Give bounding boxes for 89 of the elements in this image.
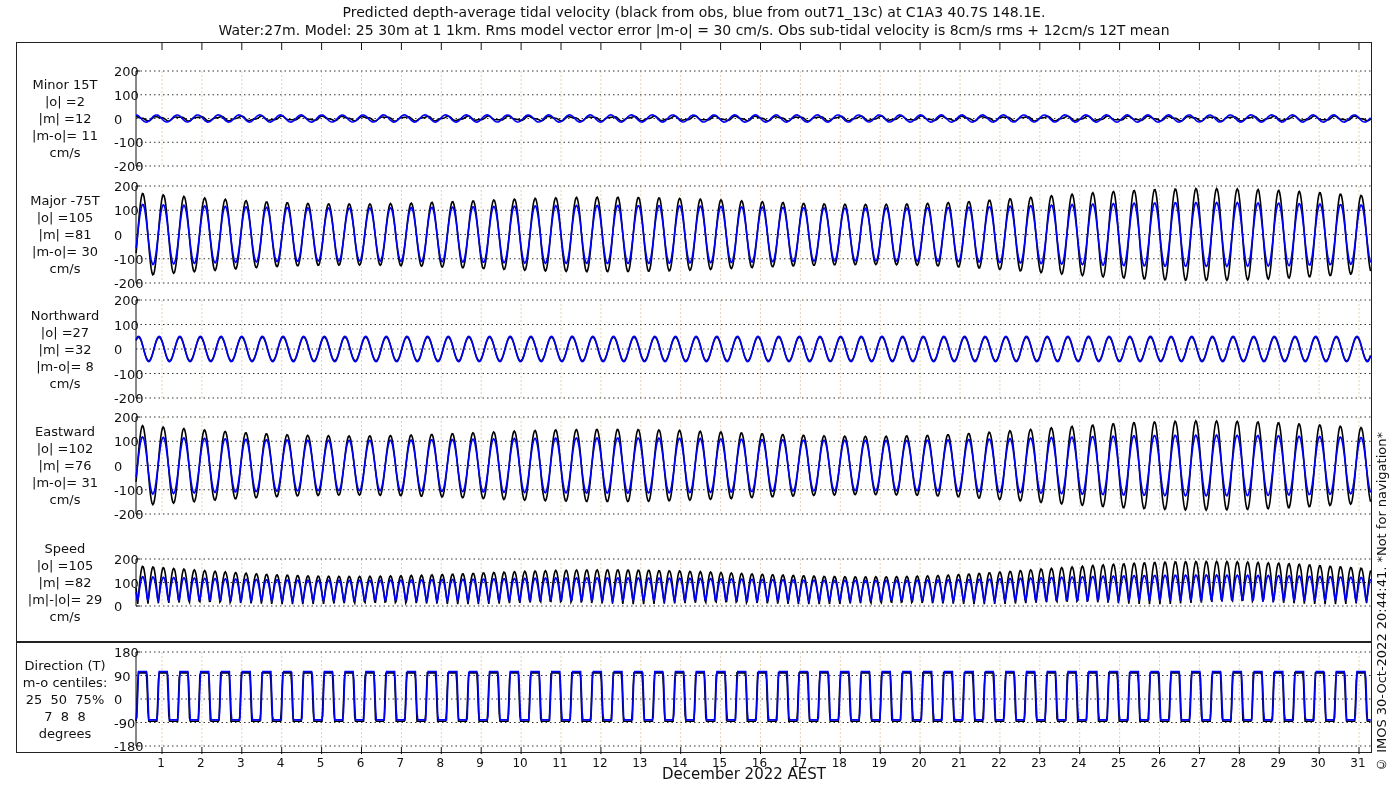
panel-label: |m-o|= 31 [32, 474, 98, 491]
panel-label: degrees [38, 724, 92, 742]
y-tick-label: 100 [114, 575, 139, 591]
y-tick-label: 200 [114, 410, 139, 425]
panel-label: |m-o|= 11 [32, 127, 98, 144]
x-tick-label: 22 [991, 756, 1007, 770]
panel-label: |m| =82 [38, 574, 92, 591]
y-tick-label: 0 [114, 111, 123, 127]
y-tick-label: 0 [114, 599, 123, 614]
y-tick-label: -200 [114, 391, 144, 406]
copyright-note: © IMOS 30-Oct-2022 20:44:41. *Not for navigation* [1373, 432, 1390, 772]
panel-label: |m| =12 [38, 110, 92, 127]
panel-label: Major -75T [30, 192, 100, 209]
panel-label: cm/s [49, 260, 81, 277]
x-tick-label: 18 [831, 756, 847, 770]
x-tick-label: 23 [1031, 756, 1047, 770]
x-tick-label: 14 [672, 756, 688, 770]
y-tick-label: -200 [114, 276, 144, 291]
x-tick-label: 6 [356, 756, 365, 770]
y-tick-label: 100 [114, 317, 139, 333]
chart-title: Predicted depth-average tidal velocity (black from obs, blue from out71_13c) at C1A3 40.7S 148.1E. [342, 3, 1046, 21]
y-tick-label: 180 [114, 645, 139, 660]
panel-label: m-o centiles: [22, 673, 108, 691]
panel-label: 25 50 75% [25, 690, 105, 708]
panel-label: cm/s [49, 491, 81, 508]
y-tick-label: 0 [114, 227, 123, 243]
x-tick-label: 11 [552, 756, 568, 770]
panel-label: Direction (T) [24, 656, 106, 674]
y-tick-label: -200 [114, 159, 144, 174]
y-tick-label: -100 [114, 251, 144, 267]
panel-label: Speed [44, 540, 86, 557]
panel-label: cm/s [49, 608, 81, 625]
y-tick-label: -200 [114, 507, 144, 522]
x-tick-label: 3 [237, 756, 245, 770]
x-tick-label: 31 [1350, 756, 1366, 770]
x-tick-label: 9 [476, 756, 484, 770]
panel-label: |m| =76 [38, 457, 92, 474]
x-tick-label: 25 [1110, 756, 1127, 770]
panel-label: |o| =2 [45, 93, 85, 110]
y-tick-label: 0 [114, 692, 123, 707]
y-tick-label: 0 [114, 458, 123, 474]
y-tick-label: -180 [114, 739, 144, 754]
panel-label: cm/s [49, 374, 81, 392]
x-tick-label: 10 [512, 756, 528, 770]
y-tick-label: 90 [114, 668, 131, 684]
panel-label: Northward [30, 306, 100, 324]
panel-label: Eastward [35, 423, 95, 440]
x-tick-label: 12 [592, 756, 608, 770]
x-tick-label: 13 [632, 756, 648, 770]
panel-label: |o| =105 [36, 209, 94, 226]
x-tick-label: 4 [276, 756, 285, 770]
y-tick-label: 200 [114, 293, 139, 308]
x-tick-label: 26 [1150, 756, 1167, 770]
panel-label: |m| =81 [38, 226, 92, 243]
x-tick-label: 30 [1310, 756, 1326, 770]
y-tick-label: -100 [114, 135, 144, 151]
x-tick-label: 24 [1071, 756, 1087, 770]
x-tick-label: 19 [871, 756, 887, 770]
y-tick-label: -100 [114, 482, 144, 498]
x-tick-label: 21 [951, 756, 967, 770]
y-tick-label: 0 [114, 342, 123, 357]
y-tick-label: 200 [114, 64, 139, 79]
panel-label: |o| =27 [40, 323, 90, 341]
panel-label: |o| =102 [36, 440, 94, 457]
panel-label: |o| =105 [36, 557, 94, 574]
panel-label: 7 8 8 [44, 707, 86, 725]
x-tick-label: 5 [316, 756, 325, 770]
y-tick-label: 100 [114, 203, 139, 219]
y-tick-label: 200 [114, 179, 139, 194]
x-tick-label: 1 [157, 756, 165, 770]
x-tick-label: 2 [197, 756, 205, 770]
x-tick-label: 28 [1230, 756, 1246, 770]
y-tick-label: 100 [114, 434, 139, 450]
x-tick-label: 7 [396, 756, 405, 770]
panel-label: |m-o|= 30 [32, 243, 98, 260]
y-tick-label: 100 [114, 87, 139, 103]
x-tick-label: 27 [1190, 756, 1207, 770]
y-tick-label: -100 [114, 366, 144, 382]
x-tick-label: 8 [436, 756, 445, 770]
panel-label: |m-o|= 8 [36, 357, 94, 375]
x-tick-label: 29 [1270, 756, 1286, 770]
panel-label: |m|-|o|= 29 [27, 591, 103, 608]
x-tick-label: 20 [911, 756, 927, 770]
panel-label: cm/s [49, 144, 81, 161]
y-tick-label: 200 [114, 552, 139, 567]
chart-title: Water:27m. Model: 25 30m at 1 1km. Rms model vector error |m-o| = 30 cm/s. Obs sub-tidal velocity is 8cm/s rms + 12cm/s 12T mean [218, 21, 1170, 39]
panel-label: Minor 15T [32, 76, 98, 93]
panel-label: |m| =32 [38, 340, 92, 358]
y-tick-label: -90 [114, 715, 136, 731]
